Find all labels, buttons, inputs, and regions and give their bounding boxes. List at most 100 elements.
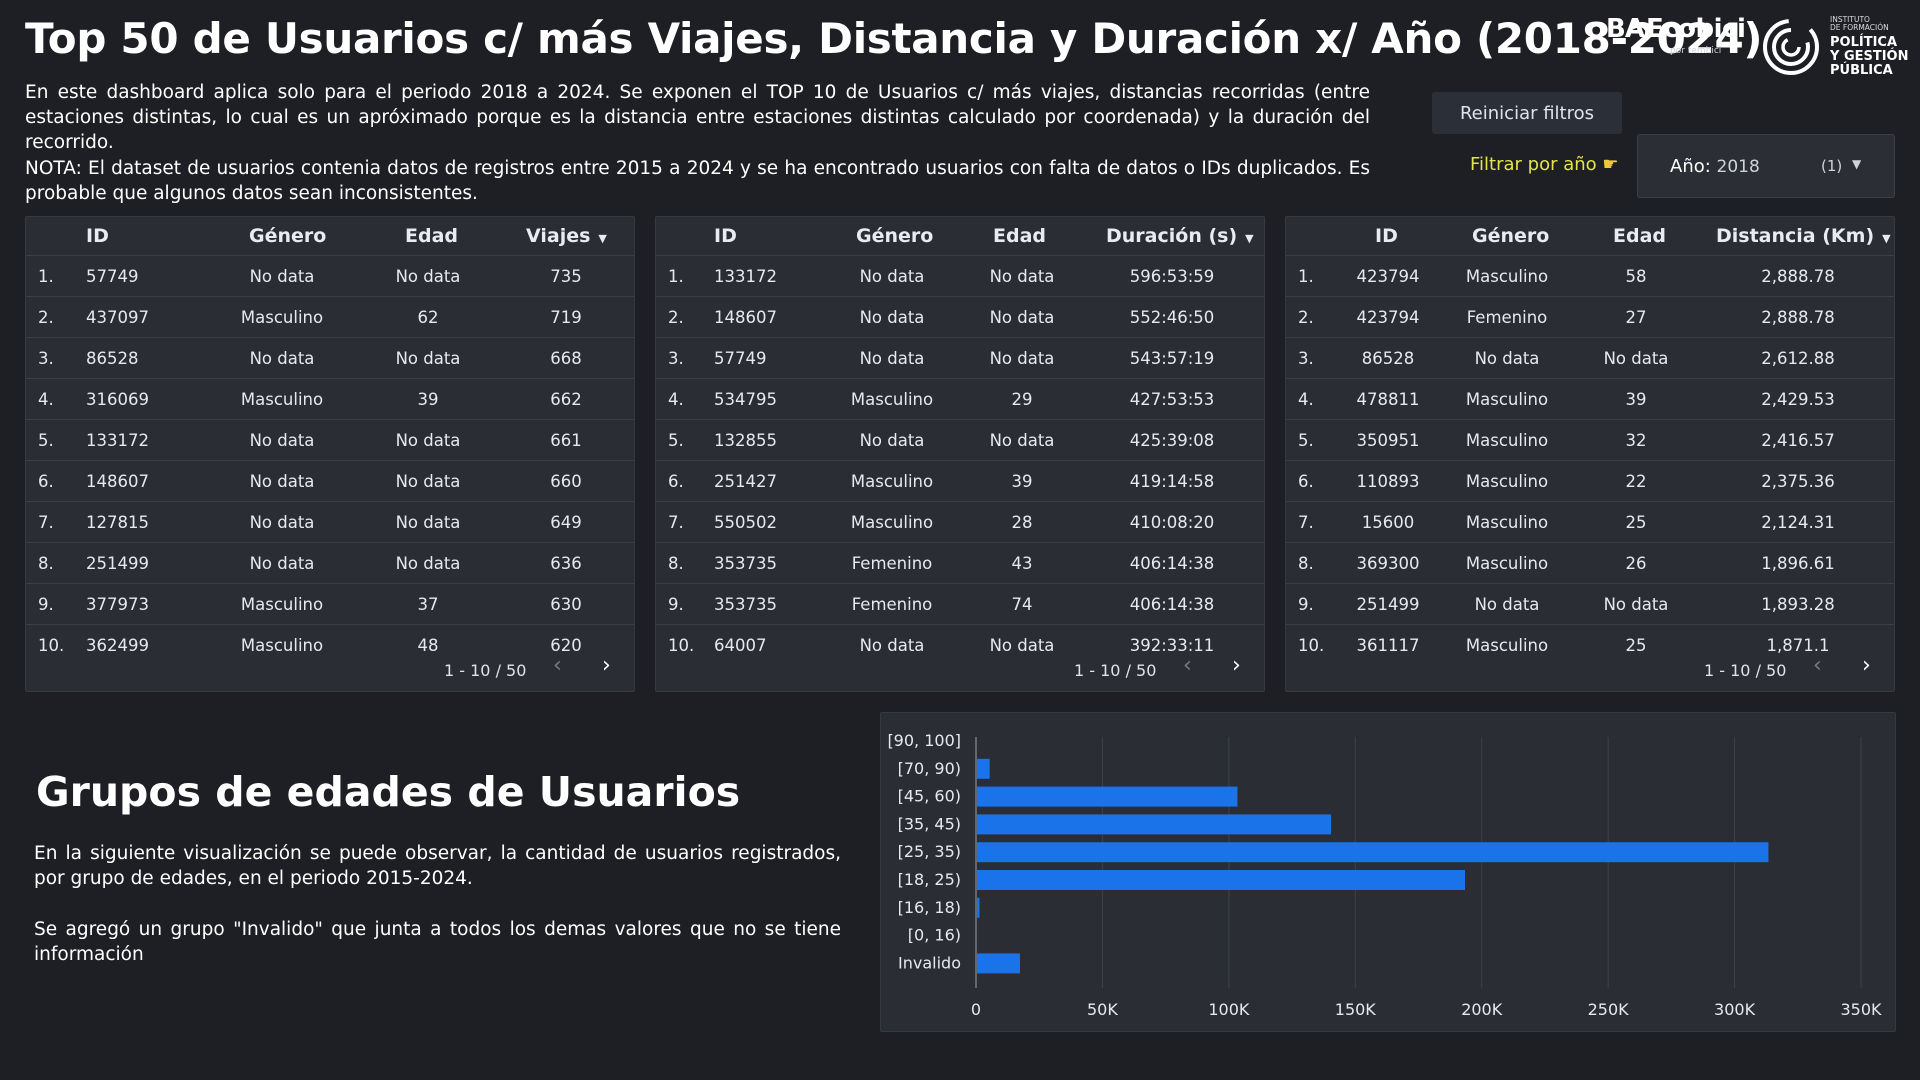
column-header-gender[interactable]: Género bbox=[249, 225, 326, 247]
chevron-right-icon[interactable]: › bbox=[1862, 653, 1871, 678]
table-row[interactable]: 5. 350951 Masculino 32 2,416.57 bbox=[1286, 419, 1894, 460]
table-row[interactable]: 4. 478811 Masculino 39 2,429.53 bbox=[1286, 378, 1894, 419]
table-row[interactable]: 9. 251499 No data No data 1,893.28 bbox=[1286, 583, 1894, 624]
cell-user-id: 353735 bbox=[714, 554, 777, 573]
year-filter-dropdown[interactable]: Año: 2018 (1) ▼ bbox=[1637, 134, 1895, 198]
cell-user-id: 251499 bbox=[1356, 595, 1420, 614]
chevron-right-icon[interactable]: › bbox=[602, 653, 611, 678]
cell-row-rank: 7. bbox=[668, 513, 684, 532]
table-row[interactable]: 5. 132855 No data No data 425:39:08 bbox=[656, 419, 1264, 460]
chevron-left-icon[interactable]: ‹ bbox=[1813, 653, 1822, 678]
reset-filters-button[interactable]: Reiniciar filtros bbox=[1432, 92, 1622, 134]
table-row[interactable]: 4. 316069 Masculino 39 662 bbox=[26, 378, 634, 419]
cell-gender: No data bbox=[859, 349, 925, 368]
cell-gender: No data bbox=[249, 431, 315, 450]
table-row[interactable]: 1. 133172 No data No data 596:53:59 bbox=[656, 255, 1264, 296]
cell-age: 43 bbox=[1011, 554, 1033, 573]
table-row[interactable]: 7. 15600 Masculino 25 2,124.31 bbox=[1286, 501, 1894, 542]
cell-age: 28 bbox=[1011, 513, 1033, 532]
x-tick-label: 250K bbox=[1588, 1000, 1630, 1019]
cell-gender: Masculino bbox=[1465, 390, 1549, 409]
cell-row-rank: 2. bbox=[1298, 308, 1314, 327]
cell-row-rank: 9. bbox=[1298, 595, 1314, 614]
chevron-right-icon[interactable]: › bbox=[1232, 653, 1241, 678]
cell-metric: 660 bbox=[550, 472, 582, 491]
chevron-left-icon[interactable]: ‹ bbox=[553, 653, 562, 678]
column-header-distance[interactable]: Distancia (Km) ▼ bbox=[1716, 225, 1891, 247]
cell-age: 39 bbox=[417, 390, 439, 409]
column-header-id[interactable]: ID bbox=[1375, 225, 1398, 247]
cell-metric: 427:53:53 bbox=[1129, 390, 1215, 409]
chevron-down-icon[interactable]: ▼ bbox=[1852, 157, 1861, 171]
table-row[interactable]: 10. 361117 Masculino 25 1,871.1 bbox=[1286, 624, 1894, 665]
ecobici-logo: BA Ecobici por tembici bbox=[1606, 14, 1746, 60]
table-row[interactable]: 3. 86528 No data No data 668 bbox=[26, 337, 634, 378]
table-row[interactable]: 7. 550502 Masculino 28 410:08:20 bbox=[656, 501, 1264, 542]
table-row[interactable]: 2. 148607 No data No data 552:46:50 bbox=[656, 296, 1264, 337]
column-header-gender[interactable]: Género bbox=[1472, 225, 1549, 247]
column-header-age[interactable]: Edad bbox=[405, 225, 458, 247]
table-row[interactable]: 2. 437097 Masculino 62 719 bbox=[26, 296, 634, 337]
y-tick-label: [0, 16) bbox=[908, 926, 961, 945]
table-row[interactable]: 8. 369300 Masculino 26 1,896.61 bbox=[1286, 542, 1894, 583]
cell-user-id: 148607 bbox=[714, 308, 777, 327]
cell-user-id: 57749 bbox=[86, 267, 139, 286]
table-row[interactable]: 1. 57749 No data No data 735 bbox=[26, 255, 634, 296]
cell-row-rank: 4. bbox=[1298, 390, 1314, 409]
table-row[interactable]: 4. 534795 Masculino 29 427:53:53 bbox=[656, 378, 1264, 419]
filter-by-year-text: Filtrar por año bbox=[1470, 154, 1597, 175]
cell-metric: 2,416.57 bbox=[1761, 431, 1835, 450]
cell-user-id: 369300 bbox=[1356, 554, 1420, 573]
table-row[interactable]: 3. 57749 No data No data 543:57:19 bbox=[656, 337, 1264, 378]
column-header-age[interactable]: Edad bbox=[1613, 225, 1666, 247]
column-header-trips[interactable]: Viajes ▼ bbox=[526, 225, 607, 247]
table-row[interactable]: 7. 127815 No data No data 649 bbox=[26, 501, 634, 542]
cell-row-rank: 8. bbox=[38, 554, 54, 573]
cell-gender: Masculino bbox=[1465, 472, 1549, 491]
table-row[interactable]: 8. 251499 No data No data 636 bbox=[26, 542, 634, 583]
chevron-left-icon[interactable]: ‹ bbox=[1183, 653, 1192, 678]
section-description: En la siguiente visualización se puede o… bbox=[34, 843, 841, 889]
cell-gender: No data bbox=[249, 349, 315, 368]
cell-user-id: 15600 bbox=[1361, 513, 1415, 532]
cell-metric: 419:14:58 bbox=[1129, 472, 1215, 491]
ecobici-logo-text: Ecobici bbox=[1646, 14, 1746, 44]
table-row[interactable]: 9. 353735 Femenino 74 406:14:38 bbox=[656, 583, 1264, 624]
cell-user-id: 377973 bbox=[86, 595, 149, 614]
column-header-age[interactable]: Edad bbox=[993, 225, 1046, 247]
top-trips-table: ID Género Edad Viajes ▼ 1. 57749 No data No … bbox=[25, 216, 635, 692]
column-header-id[interactable]: ID bbox=[714, 225, 737, 247]
y-tick-label: [45, 60) bbox=[898, 787, 961, 806]
cell-row-rank: 7. bbox=[1298, 513, 1314, 532]
table-row[interactable]: 6. 251427 Masculino 39 419:14:58 bbox=[656, 460, 1264, 501]
cell-gender: Masculino bbox=[240, 390, 324, 409]
cell-gender: No data bbox=[249, 513, 315, 532]
table-row[interactable]: 6. 110893 Masculino 22 2,375.36 bbox=[1286, 460, 1894, 501]
cell-age: 62 bbox=[417, 308, 439, 327]
table-row[interactable]: 1. 423794 Masculino 58 2,888.78 bbox=[1286, 255, 1894, 296]
column-header-id[interactable]: ID bbox=[86, 225, 109, 247]
table-row[interactable]: 5. 133172 No data No data 661 bbox=[26, 419, 634, 460]
cell-row-rank: 2. bbox=[38, 308, 54, 327]
cell-row-rank: 6. bbox=[38, 472, 54, 491]
cell-metric: 2,124.31 bbox=[1761, 513, 1835, 532]
cell-gender: No data bbox=[859, 636, 925, 655]
table-row[interactable]: 3. 86528 No data No data 2,612.88 bbox=[1286, 337, 1894, 378]
cell-gender: Masculino bbox=[850, 472, 934, 491]
cell-row-rank: 9. bbox=[38, 595, 54, 614]
table-row[interactable]: 6. 148607 No data No data 660 bbox=[26, 460, 634, 501]
table-row[interactable]: 9. 377973 Masculino 37 630 bbox=[26, 583, 634, 624]
column-header-gender[interactable]: Género bbox=[856, 225, 933, 247]
table-pager-text: 1 - 10 / 50 bbox=[1074, 661, 1157, 680]
institute-small-text: INSTITUTO DE FORMACIÓN bbox=[1830, 15, 1889, 32]
table-row[interactable]: 2. 423794 Femenino 27 2,888.78 bbox=[1286, 296, 1894, 337]
cell-user-id: 550502 bbox=[714, 513, 777, 532]
table-row[interactable]: 10. 362499 Masculino 48 620 bbox=[26, 624, 634, 665]
cell-row-rank: 5. bbox=[38, 431, 54, 450]
table-row[interactable]: 8. 353735 Femenino 43 406:14:38 bbox=[656, 542, 1264, 583]
x-tick-label: 100K bbox=[1208, 1000, 1250, 1019]
table-row[interactable]: 10. 64007 No data No data 392:33:11 bbox=[656, 624, 1264, 665]
column-header-duration[interactable]: Duración (s) ▼ bbox=[1106, 225, 1254, 247]
cell-gender: No data bbox=[249, 554, 315, 573]
table-header: ID Género Edad Viajes ▼ bbox=[26, 217, 634, 255]
